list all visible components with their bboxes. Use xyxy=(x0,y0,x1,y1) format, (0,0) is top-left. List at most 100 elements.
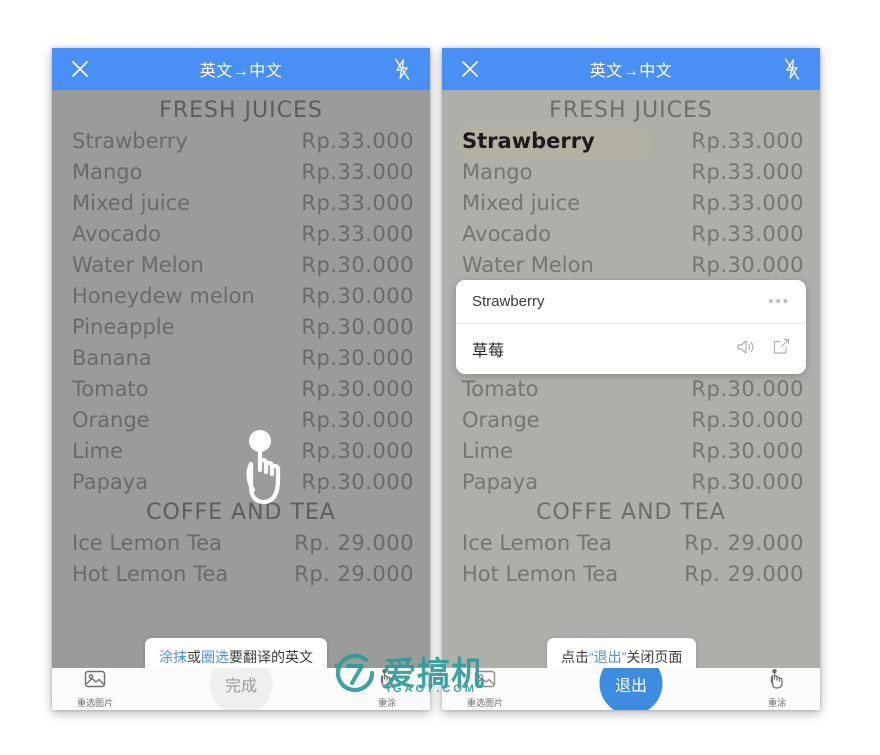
menu-item-price: Rp.33.000 xyxy=(301,222,414,246)
table-row: Hot Lemon Tea Rp. 29.000 xyxy=(456,559,806,590)
menu-item-price: Rp.30.000 xyxy=(301,408,414,432)
table-row: Pineapple Rp.30.000 xyxy=(66,312,416,343)
menu-item-price: Rp.30.000 xyxy=(301,377,414,401)
hand-tap-icon xyxy=(768,669,786,694)
table-row: Mango Rp.33.000 xyxy=(456,157,806,188)
menu-item-price: Rp. 29.000 xyxy=(684,562,804,586)
menu-item-name: Tomato xyxy=(462,377,539,401)
more-dots-icon[interactable]: ••• xyxy=(768,294,790,309)
table-row: Orange Rp.30.000 xyxy=(66,405,416,436)
menu-item-price: Rp.30.000 xyxy=(301,346,414,370)
menu-item-name: Orange xyxy=(72,408,150,432)
flash-off-icon[interactable] xyxy=(770,48,814,90)
menu-item-price: Rp.33.000 xyxy=(691,191,804,215)
tooltip-hl-brush: 涂抹 xyxy=(159,649,187,665)
menu-item-name: Ice Lemon Tea xyxy=(72,531,222,555)
table-row: Avocado Rp.33.000 xyxy=(456,219,806,250)
repaint-button[interactable]: 重涂 xyxy=(358,669,416,709)
right-menu-content: FRESH JUICES Strawberry Rp.33.000 Mango … xyxy=(442,90,820,668)
reselect-image-button[interactable]: 重选图片 xyxy=(456,669,514,709)
tooltip-text-or: 或 xyxy=(187,649,201,665)
table-row: Papaya Rp.30.000 xyxy=(456,467,806,498)
menu-item-name: Honeydew melon xyxy=(72,284,255,308)
tooltip-text-close: 关闭页面 xyxy=(626,649,683,665)
table-row: Hot Lemon Tea Rp. 29.000 xyxy=(66,559,416,590)
right-menu-photo[interactable]: FRESH JUICES Strawberry Rp.33.000 Mango … xyxy=(442,90,820,668)
menu-item-name: Banana xyxy=(72,346,152,370)
table-row: Lime Rp.30.000 xyxy=(456,436,806,467)
tooltip-hl-circle: 圈选 xyxy=(201,649,229,665)
translation-source-row: Strawberry ••• xyxy=(456,280,806,324)
table-row: Strawberry Rp.33.000 xyxy=(66,126,416,157)
section-heading-juices: FRESH JUICES xyxy=(159,98,323,123)
reselect-image-button[interactable]: 重选图片 xyxy=(66,669,124,709)
menu-item-name: Tomato xyxy=(72,377,149,401)
exit-hint-tooltip: 点击“退出”关闭页面 xyxy=(547,638,697,668)
translation-target-row: 草莓 xyxy=(456,324,806,374)
menu-item-price: Rp.30.000 xyxy=(301,284,414,308)
translation-result-card: Strawberry ••• 草莓 xyxy=(456,280,806,374)
left-phone-panel: 英文→中文 FRESH JUICES Strawberry Rp.33.000 … xyxy=(52,48,430,710)
menu-item-price: Rp.33.000 xyxy=(301,160,414,184)
menu-item-price: Rp.30.000 xyxy=(301,439,414,463)
photo-icon xyxy=(84,669,106,694)
menu-item-price: Rp.33.000 xyxy=(691,160,804,184)
right-phone-panel: 英文→中文 FRESH JUICES Strawberry Rp.33.000 … xyxy=(442,48,820,710)
section-heading-coffee: COFFE AND TEA xyxy=(146,500,336,525)
menu-item-price: Rp.33.000 xyxy=(301,129,414,153)
tooltip-text-tail: 要翻译的英文 xyxy=(229,649,313,665)
menu-item-price: Rp.30.000 xyxy=(691,439,804,463)
section-heading-juices: FRESH JUICES xyxy=(549,98,713,123)
right-app-header: 英文→中文 xyxy=(442,48,820,90)
tooltip-hl-exit: “退出” xyxy=(589,649,627,665)
menu-item-price: Rp. 29.000 xyxy=(684,531,804,555)
photo-icon xyxy=(474,669,496,694)
menu-item-name: Hot Lemon Tea xyxy=(462,562,619,586)
menu-item-name: Avocado xyxy=(462,222,552,246)
table-row: Lime Rp.30.000 xyxy=(66,436,416,467)
table-row: Honeydew melon Rp.30.000 xyxy=(66,281,416,312)
section-heading-coffee: COFFE AND TEA xyxy=(536,500,726,525)
reselect-image-label: 重选图片 xyxy=(76,698,113,708)
menu-item-name: Mango xyxy=(462,160,533,184)
translation-direction-title: 英文→中文 xyxy=(199,63,283,80)
table-row: Ice Lemon Tea Rp. 29.000 xyxy=(66,528,416,559)
share-icon[interactable] xyxy=(773,338,790,360)
table-row: Water Melon Rp.30.000 xyxy=(66,250,416,281)
table-row: Papaya Rp.30.000 xyxy=(66,467,416,498)
repaint-button[interactable]: 重涂 xyxy=(748,669,806,709)
table-row-highlighted[interactable]: Strawberry Rp.33.000 xyxy=(456,126,806,160)
menu-item-name: Avocado xyxy=(72,222,162,246)
table-row: Tomato Rp.30.000 xyxy=(66,374,416,405)
menu-item-price: Rp.33.000 xyxy=(301,191,414,215)
menu-item-price: Rp.30.000 xyxy=(301,470,414,494)
table-row: Mixed juice Rp.33.000 xyxy=(456,188,806,219)
close-icon[interactable] xyxy=(58,48,102,90)
table-row: Tomato Rp.30.000 xyxy=(456,374,806,405)
menu-item-price: Rp.33.000 xyxy=(691,129,804,153)
menu-item-name: Water Melon xyxy=(72,253,204,277)
left-menu-content: FRESH JUICES Strawberry Rp.33.000 Mango … xyxy=(52,90,430,668)
repaint-label: 重涂 xyxy=(377,698,396,708)
translation-direction-title: 英文→中文 xyxy=(589,63,673,80)
menu-item-price: Rp.30.000 xyxy=(691,470,804,494)
translation-source-text: Strawberry xyxy=(472,293,545,310)
menu-item-price: Rp.30.000 xyxy=(301,253,414,277)
close-icon[interactable] xyxy=(448,48,492,90)
table-row: Water Melon Rp.30.000 xyxy=(456,250,806,281)
flash-off-icon[interactable] xyxy=(380,48,424,90)
menu-item-name-selected: Strawberry xyxy=(462,129,595,153)
table-row: Mango Rp.33.000 xyxy=(66,157,416,188)
speaker-icon[interactable] xyxy=(736,339,755,360)
menu-item-name: Hot Lemon Tea xyxy=(72,562,229,586)
menu-item-price: Rp.33.000 xyxy=(691,222,804,246)
repaint-label: 重涂 xyxy=(767,698,786,708)
menu-item-name: Water Melon xyxy=(462,253,594,277)
left-menu-photo[interactable]: FRESH JUICES Strawberry Rp.33.000 Mango … xyxy=(52,90,430,668)
brush-hint-tooltip: 涂抹或圈选要翻译的英文 xyxy=(145,638,327,668)
table-row: Banana Rp.30.000 xyxy=(66,343,416,374)
menu-item-name: Lime xyxy=(72,439,123,463)
menu-item-name: Papaya xyxy=(462,470,539,494)
menu-item-name: Strawberry xyxy=(72,129,188,153)
menu-item-name: Pineapple xyxy=(72,315,175,339)
